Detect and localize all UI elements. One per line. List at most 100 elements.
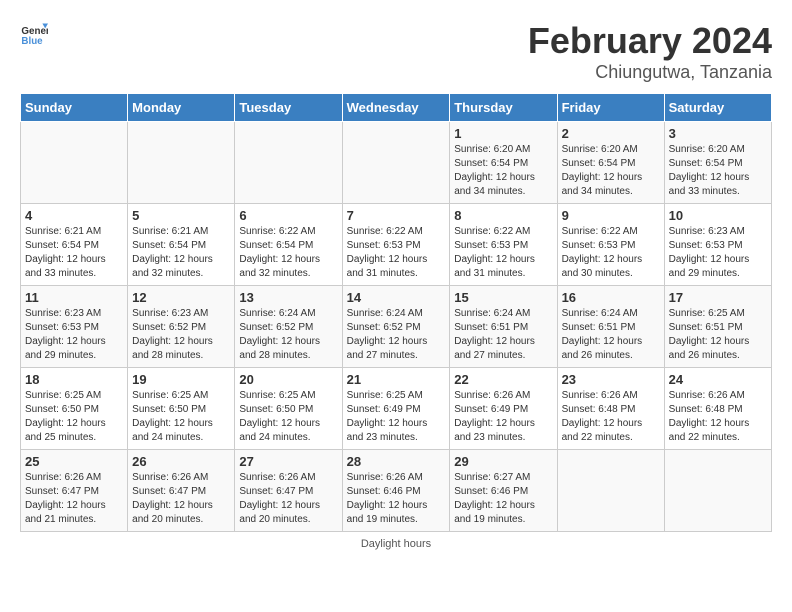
calendar-cell: 2 Sunrise: 6:20 AM Sunset: 6:54 PM Daylig… (557, 122, 664, 204)
footer-note: Daylight hours (20, 538, 772, 550)
day-number: 21 (347, 372, 446, 387)
day-number: 23 (562, 372, 660, 387)
calendar-cell: 14Sunrise: 6:24 AM Sunset: 6:52 PM Dayli… (342, 286, 450, 368)
calendar-cell: 5 Sunrise: 6:21 AM Sunset: 6:54 PM Daylig… (128, 204, 235, 286)
days-header-row: Sunday Monday Tuesday Wednesday Thursday… (21, 94, 772, 122)
day-info: Sunrise: 6:24 AM Sunset: 6:51 PM Dayligh… (454, 307, 552, 363)
day-info: Sunrise: 6:23 AM Sunset: 6:52 PM Dayligh… (132, 307, 230, 363)
logo: General Blue (20, 20, 48, 48)
day-info: Sunrise: 6:25 AM Sunset: 6:50 PM Dayligh… (25, 389, 123, 445)
calendar-cell: 3 Sunrise: 6:20 AM Sunset: 6:54 PM Daylig… (664, 122, 771, 204)
day-info: Sunrise: 6:22 AM Sunset: 6:53 PM Dayligh… (347, 225, 446, 281)
calendar-cell: 8Sunrise: 6:22 AM Sunset: 6:53 PM Daylig… (450, 204, 557, 286)
calendar-cell: 16Sunrise: 6:24 AM Sunset: 6:51 PM Dayli… (557, 286, 664, 368)
day-info: Sunrise: 6:25 AM Sunset: 6:50 PM Dayligh… (132, 389, 230, 445)
calendar-cell: 6Sunrise: 6:22 AM Sunset: 6:54 PM Daylig… (235, 204, 342, 286)
calendar-week-4: 18 Sunrise: 6:25 AM Sunset: 6:50 PM Dayli… (21, 368, 772, 450)
calendar-cell: 11 Sunrise: 6:23 AM Sunset: 6:53 PM Dayli… (21, 286, 128, 368)
day-number: 18 (25, 372, 123, 387)
calendar-cell (128, 122, 235, 204)
svg-text:Blue: Blue (21, 36, 43, 47)
day-info: Sunrise: 6:27 AM Sunset: 6:46 PM Dayligh… (454, 471, 552, 527)
calendar-table: Sunday Monday Tuesday Wednesday Thursday… (20, 93, 772, 532)
calendar-location: Chiungutwa, Tanzania (528, 62, 772, 83)
day-info: Sunrise: 6:26 AM Sunset: 6:47 PM Dayligh… (25, 471, 123, 527)
day-number: 1 (454, 126, 552, 141)
calendar-cell: 19 Sunrise: 6:25 AM Sunset: 6:50 PM Dayli… (128, 368, 235, 450)
day-info: Sunrise: 6:20 AM Sunset: 6:54 PM Dayligh… (562, 143, 660, 199)
day-info: Sunrise: 6:26 AM Sunset: 6:47 PM Dayligh… (239, 471, 337, 527)
day-number: 3 (669, 126, 767, 141)
calendar-cell: 1 Sunrise: 6:20 AM Sunset: 6:54 PM Daylig… (450, 122, 557, 204)
calendar-cell: 21 Sunrise: 6:25 AM Sunset: 6:49 PM Dayli… (342, 368, 450, 450)
day-number: 13 (239, 290, 337, 305)
calendar-cell: 18 Sunrise: 6:25 AM Sunset: 6:50 PM Dayli… (21, 368, 128, 450)
calendar-cell: 7 Sunrise: 6:22 AM Sunset: 6:53 PM Daylig… (342, 204, 450, 286)
day-number: 24 (669, 372, 767, 387)
calendar-cell (21, 122, 128, 204)
header-sunday: Sunday (21, 94, 128, 122)
day-info: Sunrise: 6:24 AM Sunset: 6:52 PM Dayligh… (239, 307, 337, 363)
calendar-cell: 24 Sunrise: 6:26 AM Sunset: 6:48 PM Dayli… (664, 368, 771, 450)
day-number: 28 (347, 454, 446, 469)
day-info: Sunrise: 6:26 AM Sunset: 6:48 PM Dayligh… (669, 389, 767, 445)
day-number: 27 (239, 454, 337, 469)
calendar-week-3: 11 Sunrise: 6:23 AM Sunset: 6:53 PM Dayli… (21, 286, 772, 368)
day-number: 17 (669, 290, 767, 305)
day-number: 12 (132, 290, 230, 305)
calendar-cell: 4Sunrise: 6:21 AM Sunset: 6:54 PM Daylig… (21, 204, 128, 286)
day-number: 10 (669, 208, 767, 223)
header-thursday: Thursday (450, 94, 557, 122)
day-info: Sunrise: 6:22 AM Sunset: 6:53 PM Dayligh… (562, 225, 660, 281)
calendar-cell: 20 Sunrise: 6:25 AM Sunset: 6:50 PM Dayli… (235, 368, 342, 450)
day-number: 4 (25, 208, 123, 223)
calendar-cell: 10 Sunrise: 6:23 AM Sunset: 6:53 PM Dayli… (664, 204, 771, 286)
calendar-cell: 13 Sunrise: 6:24 AM Sunset: 6:52 PM Dayli… (235, 286, 342, 368)
day-number: 25 (25, 454, 123, 469)
day-number: 7 (347, 208, 446, 223)
page-header: General Blue February 2024 Chiungutwa, T… (20, 20, 772, 83)
day-info: Sunrise: 6:20 AM Sunset: 6:54 PM Dayligh… (454, 143, 552, 199)
day-info: Sunrise: 6:25 AM Sunset: 6:49 PM Dayligh… (347, 389, 446, 445)
day-number: 8 (454, 208, 552, 223)
day-number: 11 (25, 290, 123, 305)
day-number: 19 (132, 372, 230, 387)
calendar-cell: 26 Sunrise: 6:26 AM Sunset: 6:47 PM Dayli… (128, 450, 235, 532)
day-info: Sunrise: 6:24 AM Sunset: 6:52 PM Dayligh… (347, 307, 446, 363)
day-info: Sunrise: 6:23 AM Sunset: 6:53 PM Dayligh… (25, 307, 123, 363)
day-number: 6 (239, 208, 337, 223)
day-number: 2 (562, 126, 660, 141)
day-info: Sunrise: 6:25 AM Sunset: 6:51 PM Dayligh… (669, 307, 767, 363)
calendar-cell: 29Sunrise: 6:27 AM Sunset: 6:46 PM Dayli… (450, 450, 557, 532)
day-number: 26 (132, 454, 230, 469)
day-number: 9 (562, 208, 660, 223)
day-info: Sunrise: 6:24 AM Sunset: 6:51 PM Dayligh… (562, 307, 660, 363)
day-info: Sunrise: 6:26 AM Sunset: 6:49 PM Dayligh… (454, 389, 552, 445)
day-info: Sunrise: 6:26 AM Sunset: 6:48 PM Dayligh… (562, 389, 660, 445)
calendar-cell (235, 122, 342, 204)
day-info: Sunrise: 6:26 AM Sunset: 6:46 PM Dayligh… (347, 471, 446, 527)
calendar-cell (342, 122, 450, 204)
calendar-title: February 2024 (528, 20, 772, 62)
day-number: 5 (132, 208, 230, 223)
header-friday: Friday (557, 94, 664, 122)
day-info: Sunrise: 6:20 AM Sunset: 6:54 PM Dayligh… (669, 143, 767, 199)
calendar-week-2: 4 Sunrise: 6:21 AM Sunset: 6:54 PM Daylig… (21, 204, 772, 286)
calendar-cell: 9 Sunrise: 6:22 AM Sunset: 6:53 PM Daylig… (557, 204, 664, 286)
header-tuesday: Tuesday (235, 94, 342, 122)
calendar-week-5: 25 Sunrise: 6:26 AM Sunset: 6:47 PM Dayli… (21, 450, 772, 532)
calendar-cell (557, 450, 664, 532)
header-saturday: Saturday (664, 94, 771, 122)
logo-icon: General Blue (20, 20, 48, 48)
calendar-cell: 15 Sunrise: 6:24 AM Sunset: 6:51 PM Dayli… (450, 286, 557, 368)
calendar-cell: 12 Sunrise: 6:23 AM Sunset: 6:52 PM Dayli… (128, 286, 235, 368)
day-number: 20 (239, 372, 337, 387)
day-number: 15 (454, 290, 552, 305)
day-info: Sunrise: 6:25 AM Sunset: 6:50 PM Dayligh… (239, 389, 337, 445)
calendar-cell: 27 Sunrise: 6:26 AM Sunset: 6:47 PM Dayli… (235, 450, 342, 532)
day-info: Sunrise: 6:26 AM Sunset: 6:47 PM Dayligh… (132, 471, 230, 527)
header-monday: Monday (128, 94, 235, 122)
day-info: Sunrise: 6:23 AM Sunset: 6:53 PM Dayligh… (669, 225, 767, 281)
header-wednesday: Wednesday (342, 94, 450, 122)
day-info: Sunrise: 6:21 AM Sunset: 6:54 PM Dayligh… (132, 225, 230, 281)
